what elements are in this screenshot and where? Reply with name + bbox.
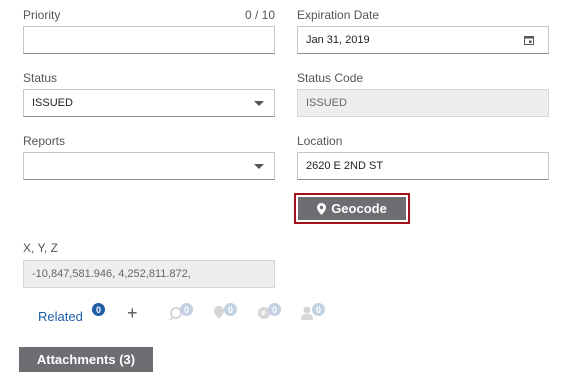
related-map-pin-count: 0	[224, 303, 237, 316]
expiration-date-label: Expiration Date	[297, 8, 380, 22]
priority-input[interactable]	[23, 26, 275, 54]
priority-char-counter: 0 / 10	[244, 8, 275, 22]
reports-label: Reports	[23, 134, 66, 148]
status-code-label: Status Code	[297, 71, 364, 85]
add-related-button[interactable]: +	[127, 303, 138, 324]
xyz-field: -10,847,581.946, 4,252,811.872,	[23, 260, 275, 288]
location-input[interactable]: 2620 E 2ND ST	[297, 152, 549, 180]
status-label: Status	[23, 71, 58, 85]
related-count-badge: 0	[92, 303, 105, 316]
expiration-date-input[interactable]: Jan 31, 2019	[297, 26, 549, 54]
related-tab[interactable]: Related	[38, 309, 83, 324]
calendar-icon[interactable]	[524, 35, 534, 45]
related-globe-count: 0	[268, 303, 281, 316]
status-code-field: ISSUED	[297, 89, 549, 117]
status-select[interactable]: ISSUED	[23, 89, 275, 117]
location-label: Location	[297, 134, 343, 148]
chevron-down-icon	[254, 101, 264, 106]
chevron-down-icon	[254, 164, 264, 169]
priority-label: Priority	[23, 8, 61, 22]
status-selected-value: ISSUED	[32, 97, 73, 109]
expiration-date-value: Jan 31, 2019	[306, 34, 370, 46]
xyz-label: X, Y, Z	[23, 241, 58, 255]
geocode-button-label: Geocode	[331, 201, 387, 216]
attachments-button[interactable]: Attachments (3)	[19, 347, 153, 372]
related-person-count: 0	[312, 303, 325, 316]
related-search-count: 0	[180, 303, 193, 316]
geocode-button[interactable]: Geocode	[294, 193, 410, 224]
map-pin-icon	[317, 202, 327, 215]
reports-select[interactable]	[23, 152, 275, 180]
